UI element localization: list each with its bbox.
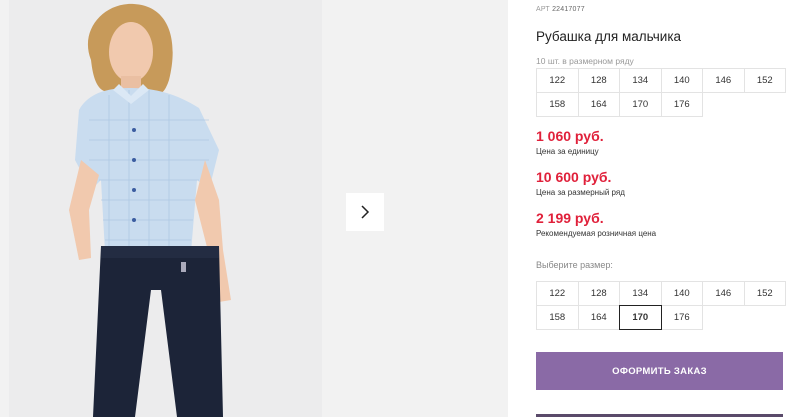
product-info: АРТ 22417077 Рубашка для мальчика 10 шт.… <box>536 0 800 417</box>
size-row-cell: 152 <box>743 68 786 93</box>
next-photo-button[interactable] <box>346 193 384 231</box>
choose-size-label: Выберите размер: <box>536 260 613 270</box>
size-option[interactable]: 164 <box>577 305 620 330</box>
size-option[interactable]: 128 <box>577 281 620 306</box>
product-photo[interactable] <box>9 0 322 417</box>
size-option[interactable]: 146 <box>702 281 745 306</box>
size-option[interactable]: 152 <box>743 281 786 306</box>
size-row-cell: 134 <box>619 68 662 93</box>
size-option[interactable]: 140 <box>660 281 703 306</box>
size-row-cell: 140 <box>660 68 703 93</box>
size-option[interactable]: 122 <box>536 281 579 306</box>
product-photo-illustration <box>9 0 322 417</box>
size-row-price-label: Цена за размерный ряд <box>536 188 625 197</box>
size-row-cell: 128 <box>577 68 620 93</box>
size-row-cell: 164 <box>577 92 620 117</box>
article-number: АРТ 22417077 <box>536 6 585 13</box>
order-button[interactable]: ОФОРМИТЬ ЗАКАЗ <box>536 352 783 390</box>
size-row-cell: 170 <box>619 92 662 117</box>
retail-price: 2 199 руб. <box>536 210 604 226</box>
article-label: АРТ <box>536 6 550 13</box>
size-row-grid: 122 128 134 140 146 152 158 164 170 176 <box>536 68 786 117</box>
size-row-cell: 146 <box>702 68 745 93</box>
unit-price-label: Цена за единицу <box>536 147 599 156</box>
product-gallery <box>0 0 508 417</box>
size-option[interactable]: 158 <box>536 305 579 330</box>
size-row-cell: 176 <box>660 92 703 117</box>
size-selector: 122 128 134 140 146 152 158 164 170 176 <box>536 281 786 330</box>
product-title: Рубашка для мальчика <box>536 29 682 44</box>
size-row-cell: 122 <box>536 68 579 93</box>
size-row-note: 10 шт. в размерном ряду <box>536 56 634 66</box>
size-option[interactable]: 134 <box>619 281 662 306</box>
size-row-price: 10 600 руб. <box>536 169 612 185</box>
chevron-right-icon <box>361 205 370 219</box>
retail-price-label: Рекомендуемая розничная цена <box>536 229 657 238</box>
unit-price: 1 060 руб. <box>536 128 604 144</box>
article-value: 22417077 <box>552 6 585 13</box>
size-option-selected[interactable]: 170 <box>619 305 662 330</box>
size-option[interactable]: 176 <box>660 305 703 330</box>
size-row-cell: 158 <box>536 92 579 117</box>
